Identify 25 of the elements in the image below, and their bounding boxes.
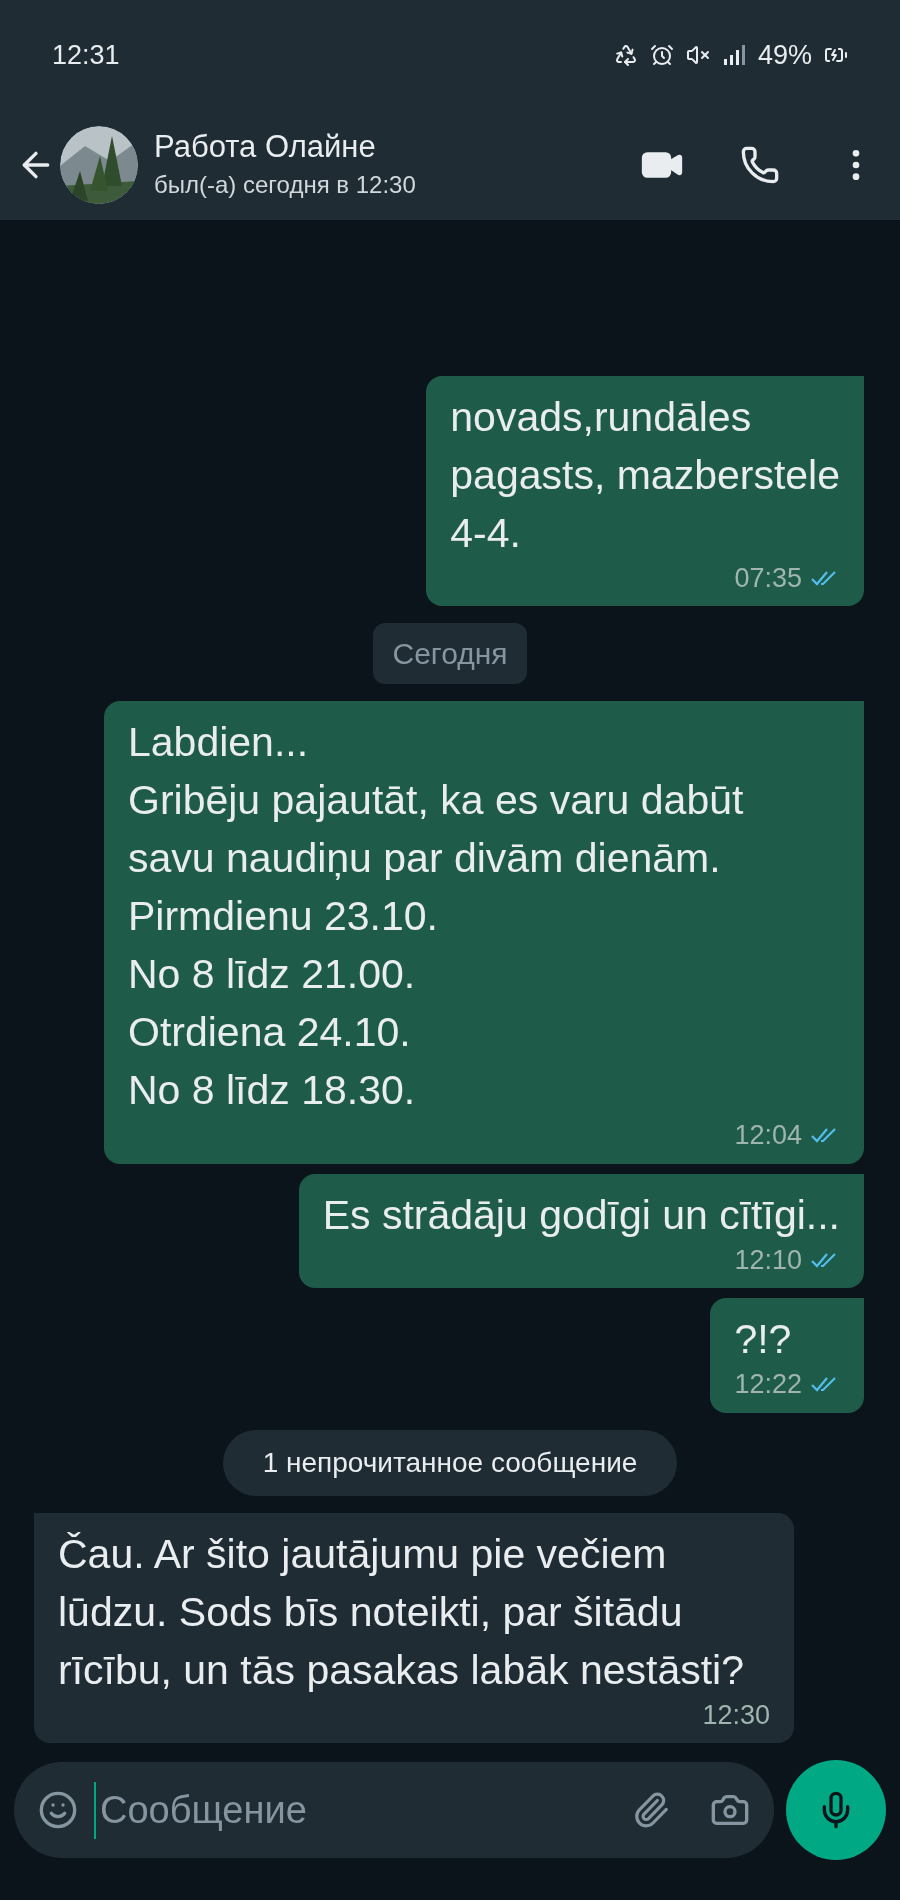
contact-name[interactable]: Работа Олайне xyxy=(154,127,640,167)
message-time: 12:22 xyxy=(734,1368,802,1401)
emoji-icon[interactable] xyxy=(38,1790,78,1830)
message-text: Labdien... Gribēju pajautāt, ka es varu dabūt savu naudiņu par divām dienām. Pirmdienu 23.10. No 8 līdz 21.00. Otrdiena 24.10. No 8 līdz 18.30. xyxy=(128,718,745,1115)
message-text: novads,rundāles pagasts, mazberstele 4-4. xyxy=(450,392,840,558)
unread-banner: 1 непрочитанное сообщение xyxy=(222,1429,678,1496)
signal-icon xyxy=(721,44,746,66)
battery-saver-icon xyxy=(613,43,638,67)
message-field[interactable]: Сообщение xyxy=(94,1781,616,1839)
message-time: 12:04 xyxy=(734,1119,802,1152)
last-seen: был(-а) сегодня в 12:30 xyxy=(154,170,417,200)
phone-call-icon[interactable] xyxy=(740,145,780,185)
attach-icon[interactable] xyxy=(632,1791,670,1829)
message-text: ?!? xyxy=(734,1315,793,1364)
message-input[interactable]: Сообщение xyxy=(14,1762,774,1858)
mute-icon xyxy=(685,43,710,67)
date-chip: Сегодня xyxy=(372,623,528,684)
clock-time: 12:31 xyxy=(52,38,120,72)
message-time: 12:10 xyxy=(734,1243,802,1277)
alarm-icon xyxy=(649,43,674,67)
message-text: Čau. Ar šito jautājumu pie večiem lūdzu. Sods bīs noteikti, par šitādu rīcību, un tās pasakas labāk nestāsti? xyxy=(58,1529,745,1695)
message-time: 07:35 xyxy=(734,561,802,595)
message-text: Es strādāju godīgi un cītīgi... xyxy=(322,1190,840,1240)
message-time: 12:30 xyxy=(702,1698,770,1732)
battery-percent: 49% xyxy=(757,38,812,72)
